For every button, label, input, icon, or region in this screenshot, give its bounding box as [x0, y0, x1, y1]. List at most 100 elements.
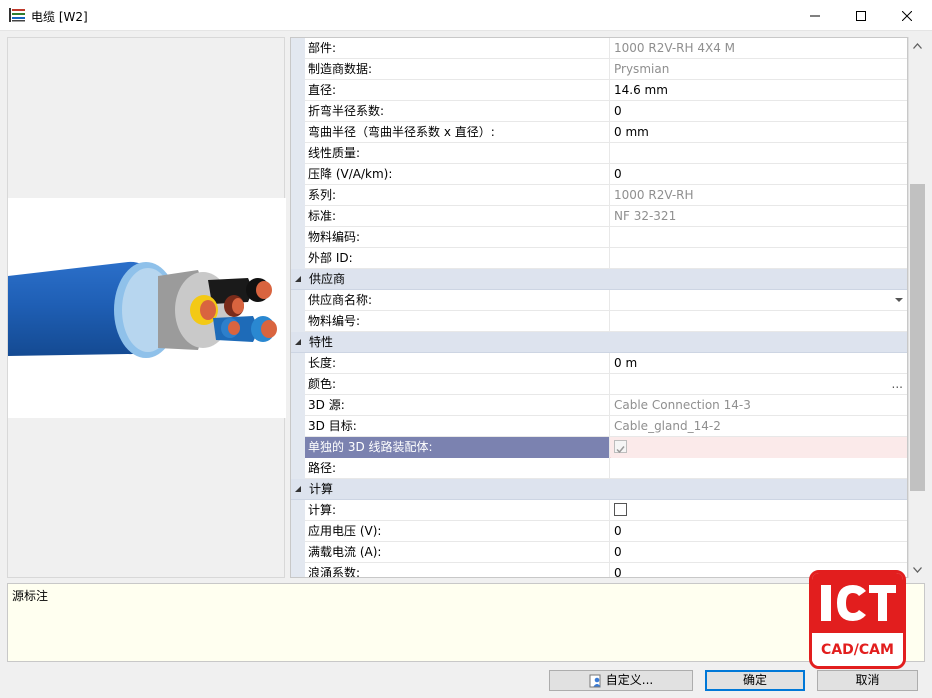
property-value[interactable] — [611, 227, 907, 248]
close-button[interactable] — [884, 0, 930, 31]
scroll-up-button[interactable] — [909, 37, 926, 54]
dropdown-arrow-icon[interactable] — [895, 298, 903, 302]
property-name: 压降 (V/A/km): — [305, 164, 610, 185]
property-row[interactable]: 部件: 1000 R2V-RH 4X4 M — [291, 38, 907, 59]
property-row[interactable]: 路径: — [291, 458, 907, 479]
property-row[interactable]: 3D 源: Cable Connection 14-3 — [291, 395, 907, 416]
property-value: 1000 R2V-RH — [611, 185, 907, 206]
property-value[interactable] — [611, 248, 907, 269]
notes-area[interactable]: 源标注 — [7, 583, 925, 662]
logo-tagline: CAD/CAM — [812, 635, 903, 666]
ellipsis-button[interactable]: ... — [892, 374, 903, 394]
property-name: 供应商名称: — [305, 290, 610, 311]
property-row[interactable]: 单独的 3D 线路装配体: — [291, 437, 907, 458]
property-value-text: 0 — [614, 545, 622, 559]
cancel-button[interactable]: 取消 — [817, 670, 918, 691]
maximize-button[interactable] — [838, 0, 884, 31]
property-row[interactable]: 供应商名称: — [291, 290, 907, 311]
property-name: 3D 源: — [305, 395, 610, 416]
ok-button[interactable]: 确定 — [705, 670, 805, 691]
customize-button[interactable]: 自定义... — [549, 670, 693, 691]
property-value-text: Cable Connection 14-3 — [614, 398, 751, 412]
property-value[interactable]: 0 m — [611, 353, 907, 374]
property-row[interactable]: 3D 目标: Cable_gland_14-2 — [291, 416, 907, 437]
category-label: 特性 — [309, 335, 334, 349]
property-row[interactable]: 折弯半径系数: 0 — [291, 101, 907, 122]
property-name: 颜色: — [305, 374, 610, 395]
row-gutter — [291, 374, 305, 395]
property-value[interactable] — [611, 311, 907, 332]
cancel-button-label: 取消 — [855, 673, 880, 687]
property-name: 部件: — [305, 38, 610, 59]
row-gutter — [291, 500, 305, 521]
property-value[interactable]: 0 mm — [611, 122, 907, 143]
scroll-down-button[interactable] — [909, 561, 926, 578]
property-value-text: 0 — [614, 167, 622, 181]
row-gutter — [291, 311, 305, 332]
property-name: 标准: — [305, 206, 610, 227]
ok-button-label: 确定 — [742, 673, 767, 687]
property-row[interactable]: 颜色:... — [291, 374, 907, 395]
property-value[interactable]: ... — [611, 374, 907, 395]
property-value[interactable]: 0 — [611, 542, 907, 563]
property-row[interactable]: 标准: NF 32-321 — [291, 206, 907, 227]
row-gutter — [291, 143, 305, 164]
property-value[interactable]: 14.6 mm — [611, 80, 907, 101]
property-value — [611, 437, 907, 458]
row-gutter — [291, 290, 305, 311]
property-row[interactable]: 压降 (V/A/km): 0 — [291, 164, 907, 185]
property-grid-scrollbar[interactable] — [908, 37, 925, 578]
collapse-triangle-icon[interactable] — [294, 275, 302, 283]
property-value-text: 0 mm — [614, 125, 649, 139]
property-value[interactable]: 0 — [611, 164, 907, 185]
property-value[interactable] — [611, 290, 907, 311]
row-gutter — [291, 101, 305, 122]
property-row[interactable]: 长度: 0 m — [291, 353, 907, 374]
property-row[interactable]: 直径: 14.6 mm — [291, 80, 907, 101]
property-row[interactable]: 物料编码: — [291, 227, 907, 248]
property-value[interactable] — [611, 458, 907, 479]
property-checkbox[interactable] — [614, 503, 627, 516]
property-name: 外部 ID: — [305, 248, 610, 269]
property-value: Cable Connection 14-3 — [611, 395, 907, 416]
row-gutter — [291, 437, 305, 458]
property-row[interactable]: 线性质量: — [291, 143, 907, 164]
minimize-button[interactable] — [792, 0, 838, 31]
property-row[interactable]: 弯曲半径（弯曲半径系数 x 直径）: 0 mm — [291, 122, 907, 143]
property-value[interactable] — [611, 143, 907, 164]
property-row[interactable]: 应用电压 (V): 0 — [291, 521, 907, 542]
property-name: 折弯半径系数: — [305, 101, 610, 122]
property-grid[interactable]: 部件: 1000 R2V-RH 4X4 M 制造商数据: Prysmian 直径: 14.… — [290, 37, 908, 578]
property-row[interactable]: 外部 ID: — [291, 248, 907, 269]
property-row[interactable]: 物料编号: — [291, 311, 907, 332]
scroll-thumb[interactable] — [910, 184, 925, 491]
title-bar: 电缆 [W2] — [0, 0, 932, 31]
row-gutter — [291, 353, 305, 374]
property-value[interactable] — [611, 500, 907, 521]
property-row[interactable]: 系列: 1000 R2V-RH — [291, 185, 907, 206]
property-value-text: 0 — [614, 104, 622, 118]
category-header[interactable]: 特性 — [291, 332, 907, 353]
property-row[interactable]: 计算: — [291, 500, 907, 521]
cable-app-icon — [9, 8, 25, 22]
property-name: 系列: — [305, 185, 610, 206]
chevron-down-icon — [913, 566, 922, 573]
property-value[interactable]: 0 — [611, 101, 907, 122]
minimize-icon — [810, 15, 820, 16]
property-name: 满载电流 (A): — [305, 542, 610, 563]
property-row[interactable]: 满载电流 (A): 0 — [291, 542, 907, 563]
property-name: 计算: — [305, 500, 610, 521]
property-name: 物料编号: — [305, 311, 610, 332]
property-value-text: NF 32-321 — [614, 209, 677, 223]
category-header[interactable]: 供应商 — [291, 269, 907, 290]
property-name: 路径: — [305, 458, 610, 479]
property-name: 3D 目标: — [305, 416, 610, 437]
collapse-triangle-icon[interactable] — [294, 485, 302, 493]
collapse-triangle-icon[interactable] — [294, 338, 302, 346]
logo-red-block — [812, 573, 903, 633]
property-value[interactable]: 0 — [611, 521, 907, 542]
category-header[interactable]: 计算 — [291, 479, 907, 500]
preview-image-area — [8, 198, 286, 418]
row-gutter — [291, 185, 305, 206]
property-row[interactable]: 制造商数据: Prysmian — [291, 59, 907, 80]
